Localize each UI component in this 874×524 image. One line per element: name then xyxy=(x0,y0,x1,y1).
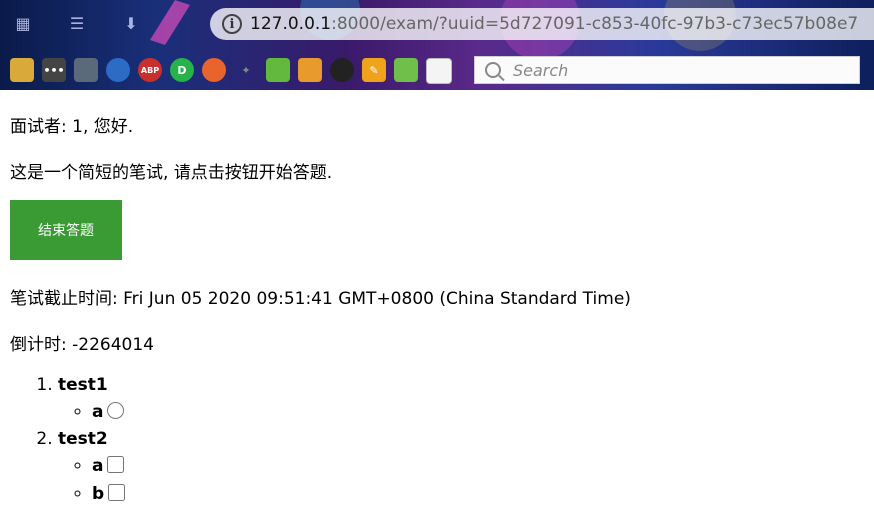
extension-face-icon[interactable] xyxy=(10,58,34,82)
evernote-icon[interactable] xyxy=(74,58,98,82)
option-checkbox[interactable] xyxy=(107,456,125,473)
fox-extension-icon[interactable] xyxy=(298,58,322,82)
countdown-text: 倒计时: -2264014 xyxy=(10,335,154,355)
option-list: a b xyxy=(58,452,126,508)
bookmarks-toolbar: ••• ABP D ✦ ✎ Search xyxy=(0,50,874,90)
pin-tool-icon[interactable]: ✦ xyxy=(234,58,258,82)
deadline-text: 笔试截止时间: Fri Jun 05 2020 09:51:41 GMT+080… xyxy=(10,289,631,309)
extension-globe-icon[interactable] xyxy=(106,58,130,82)
browser-chrome: ▦ ☰ ⬇ i 127.0.0.1:8000/exam/?uuid=5d7270… xyxy=(0,0,874,90)
firefox-icon[interactable] xyxy=(202,58,226,82)
intro-text: 这是一个简短的笔试, 请点击按钮开始答题. xyxy=(10,163,333,183)
url-text[interactable]: 127.0.0.1:8000/exam/?uuid=5d727091-c853-… xyxy=(250,14,858,34)
url-host: 127.0.0.1 xyxy=(250,14,332,34)
option-item: a xyxy=(92,398,125,426)
option-item: a xyxy=(92,452,125,480)
pencil-extension-icon[interactable]: ✎ xyxy=(362,58,386,82)
greeting-text: 面试者: 1, 您好. xyxy=(10,117,134,137)
extension-dots-icon[interactable]: ••• xyxy=(42,58,66,82)
end-exam-button[interactable]: 结束答题 xyxy=(10,200,122,260)
site-info-icon[interactable]: i xyxy=(222,14,242,34)
search-box[interactable]: Search xyxy=(474,56,860,84)
reading-list-icon[interactable]: ☰ xyxy=(64,10,90,36)
extension-d-icon[interactable]: D xyxy=(170,58,194,82)
adblock-plus-icon[interactable]: ABP xyxy=(138,58,162,82)
puzzle-extension-icon[interactable] xyxy=(266,58,290,82)
url-path: :8000/exam/?uuid=5d727091-c853-40fc-97b3… xyxy=(331,14,859,34)
question-list: test1 a test2 a b xyxy=(10,372,126,508)
option-radio[interactable] xyxy=(107,402,125,419)
sidebar-icon[interactable]: ▦ xyxy=(10,10,36,36)
option-label: b xyxy=(92,484,105,504)
question-title: test1 xyxy=(58,375,108,395)
question-item: test2 a b xyxy=(58,426,126,508)
zoom-extension-icon[interactable] xyxy=(394,58,418,82)
page-content: 面试者: 1, 您好. 这是一个简短的笔试, 请点击按钮开始答题. 结束答题 笔… xyxy=(10,90,874,524)
option-list: a xyxy=(58,398,125,426)
option-label: a xyxy=(92,456,104,476)
address-bar[interactable]: i 127.0.0.1:8000/exam/?uuid=5d727091-c85… xyxy=(210,8,874,40)
search-placeholder: Search xyxy=(513,60,569,80)
search-icon xyxy=(485,62,501,78)
chat-extension-icon[interactable] xyxy=(426,58,452,84)
option-item: b xyxy=(92,480,126,508)
question-title: test2 xyxy=(58,429,108,449)
download-icon[interactable]: ⬇ xyxy=(118,10,144,36)
mask-extension-icon[interactable] xyxy=(330,58,354,82)
option-label: a xyxy=(92,402,104,422)
option-checkbox[interactable] xyxy=(108,484,126,501)
question-item: test1 a xyxy=(58,372,125,426)
